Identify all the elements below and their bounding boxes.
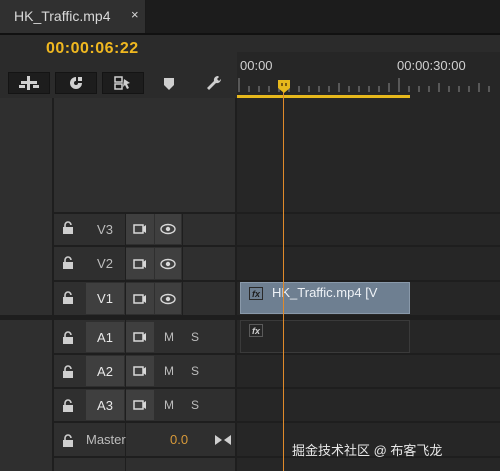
mute-button[interactable]: M: [158, 322, 180, 352]
mute-button[interactable]: M: [158, 390, 180, 420]
row-line: [52, 421, 500, 423]
ruler-ticks: [238, 78, 490, 92]
ruler-start-label: 00:00: [240, 58, 273, 73]
fx-badge[interactable]: fx: [249, 287, 263, 300]
row-line: [52, 245, 500, 247]
lock-icon[interactable]: [60, 219, 76, 237]
col-line: [182, 212, 183, 316]
row-line: [52, 387, 500, 389]
playhead-timecode[interactable]: 00:00:06:22: [46, 40, 139, 58]
lock-icon[interactable]: [60, 363, 76, 381]
toggle-sync-lock-icon[interactable]: [126, 390, 154, 420]
go-to-in-out-icon[interactable]: [213, 432, 233, 448]
toggle-sync-lock-icon[interactable]: [126, 356, 154, 386]
track-label-v3[interactable]: V3: [86, 214, 124, 244]
snap-magnet-icon[interactable]: [55, 72, 97, 94]
solo-button[interactable]: S: [185, 390, 205, 420]
wrench-icon[interactable]: [204, 74, 224, 92]
insert-edit-tool-icon[interactable]: [8, 72, 50, 94]
lock-icon[interactable]: [60, 329, 76, 347]
toggle-sync-lock-icon[interactable]: [126, 283, 154, 314]
eye-icon[interactable]: [155, 248, 181, 279]
track-header-divider: [52, 98, 54, 471]
track-label-a2[interactable]: A2: [86, 356, 124, 386]
lock-icon[interactable]: [60, 289, 76, 307]
toggle-sync-lock-icon[interactable]: [126, 248, 154, 279]
track-label-a3[interactable]: A3: [86, 390, 124, 420]
lock-icon[interactable]: [60, 397, 76, 415]
playhead-handle[interactable]: [278, 80, 290, 93]
fx-badge[interactable]: fx: [249, 324, 263, 337]
solo-button[interactable]: S: [185, 322, 205, 352]
clip-name: HK_Traffic.mp4 [V: [272, 285, 378, 300]
timeline-divider: [235, 98, 237, 471]
linked-selection-icon[interactable]: [102, 72, 144, 94]
toggle-sync-lock-icon[interactable]: [126, 322, 154, 352]
lock-icon[interactable]: [60, 432, 76, 450]
tab-title[interactable]: HK_Traffic.mp4: [14, 8, 110, 24]
close-icon[interactable]: ×: [131, 7, 139, 22]
track-label-v2[interactable]: V2: [86, 248, 124, 279]
add-marker-icon[interactable]: [162, 76, 176, 92]
mute-button[interactable]: M: [158, 356, 180, 386]
track-label-a1[interactable]: A1: [86, 322, 124, 352]
master-track-label: Master: [86, 432, 126, 447]
row-line: [52, 353, 500, 355]
lock-icon[interactable]: [60, 254, 76, 272]
track-label-v1[interactable]: V1: [86, 283, 124, 314]
toggle-sync-lock-icon[interactable]: [126, 214, 154, 244]
playhead-line[interactable]: [283, 85, 284, 471]
audio-clip[interactable]: [240, 320, 410, 353]
watermark-text: 掘金技术社区 @ 布客飞龙: [292, 443, 443, 458]
ruler-end-label: 00:00:30:00: [397, 58, 466, 73]
eye-icon[interactable]: [155, 283, 181, 314]
master-volume-value[interactable]: 0.0: [170, 432, 188, 447]
eye-icon[interactable]: [155, 214, 181, 244]
solo-button[interactable]: S: [185, 356, 205, 386]
